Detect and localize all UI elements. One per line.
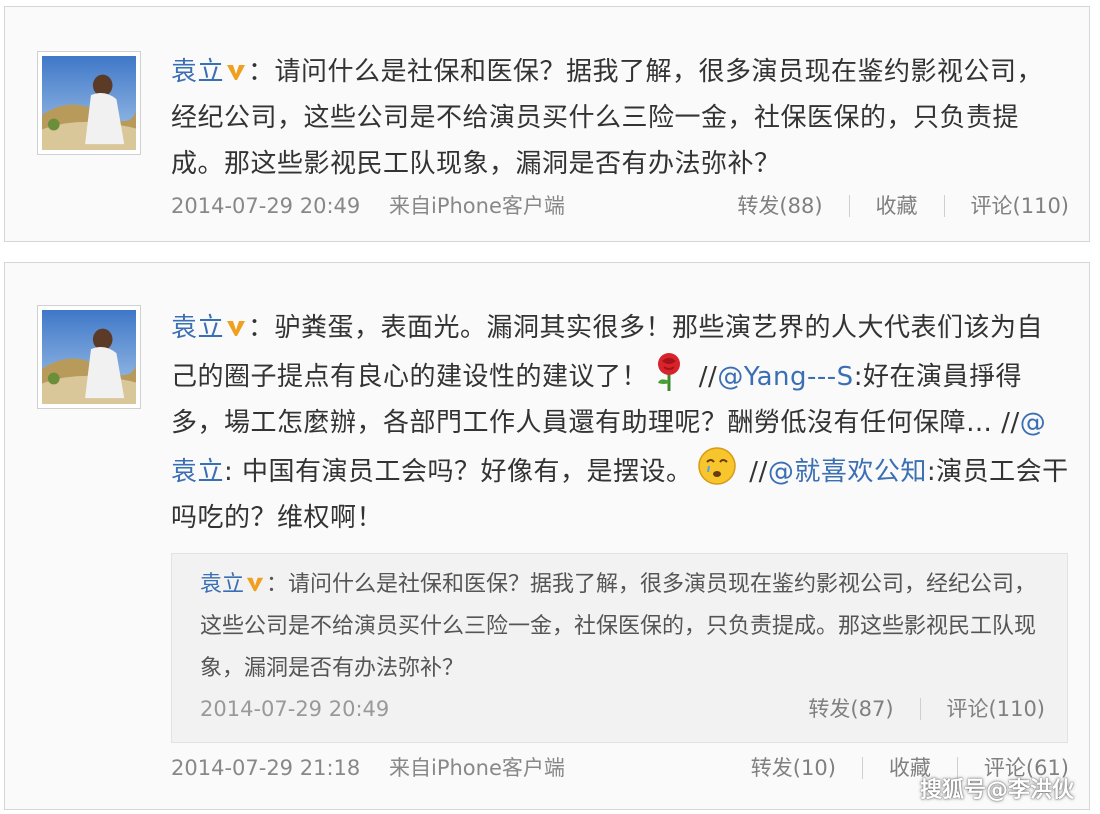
quoted-repost-button[interactable]: 转发(87) — [808, 694, 893, 724]
post-timestamp[interactable]: 2014-07-29 21:18 — [171, 753, 360, 783]
post-source[interactable]: 来自iPhone客户端 — [389, 191, 565, 221]
divider — [848, 195, 850, 217]
post-text: 请问什么是社保和医保？据我了解，很多演员现在鉴约影视公司，经纪公司，这些公司是不… — [171, 57, 1044, 179]
verified-v-icon — [227, 321, 246, 336]
repost-separator: // — [740, 457, 768, 487]
mention-link[interactable]: @就喜欢公知 — [768, 457, 927, 487]
watermark: 搜狐号@李洪伙 — [919, 778, 1074, 803]
post-content: 袁立 ：驴粪蛋，表面光。漏洞其实很多！那些演艺界的人大代表们该为自己的圈子提点有良… — [171, 305, 1069, 541]
author-name[interactable]: 袁立 — [171, 57, 224, 87]
post-timestamp[interactable]: 2014-07-29 20:49 — [171, 191, 360, 221]
avatar[interactable] — [37, 51, 141, 155]
quoted-post: 袁立 ：请问什么是社保和医保？据我了解，很多演员现在鉴约影视公司，经纪公司，这些公… — [171, 553, 1068, 743]
post-source[interactable]: 来自iPhone客户端 — [389, 753, 565, 783]
rose-emoji-icon — [658, 353, 681, 391]
divider — [919, 698, 921, 720]
avatar[interactable] — [37, 305, 141, 409]
verified-v-icon — [246, 577, 264, 592]
avatar-photo — [42, 56, 136, 150]
avatar-photo — [42, 310, 136, 404]
post-actions: 转发(88) 收藏 评论(110) — [737, 191, 1069, 221]
author-name[interactable]: 袁立 — [171, 313, 224, 343]
quoted-comment-button[interactable]: 评论(110) — [947, 694, 1045, 724]
quoted-meta: 2014-07-29 20:49 转发(87) 评论(110) — [200, 694, 1045, 724]
repost-button[interactable]: 转发(88) — [737, 191, 822, 221]
comment-button[interactable]: 评论(110) — [971, 191, 1069, 221]
weibo-post-2: 袁立 ：驴粪蛋，表面光。漏洞其实很多！那些演艺界的人大代表们该为自己的圈子提点有良… — [4, 262, 1090, 810]
post-colon: ： — [248, 313, 275, 343]
repost-text: : 中国有演员工会吗？好像有，是摆设。 — [224, 457, 693, 487]
quoted-actions: 转发(87) 评论(110) — [808, 694, 1045, 724]
post-colon: ： — [248, 57, 275, 87]
post-meta: 2014-07-29 20:49 来自iPhone客户端 转发(88) 收藏 评… — [171, 191, 1069, 221]
quoted-author-name[interactable]: 袁立 — [200, 572, 244, 597]
divider — [943, 195, 945, 217]
sad-face-emoji-icon — [697, 447, 736, 485]
weibo-post-1: 袁立 ：请问什么是社保和医保？据我了解，很多演员现在鉴约影视公司，经纪公司，这些公… — [4, 6, 1090, 242]
quoted-colon: ： — [266, 572, 289, 597]
repost-button[interactable]: 转发(10) — [751, 753, 836, 783]
verified-v-icon — [227, 65, 246, 80]
quoted-text: 请问什么是社保和医保？据我了解，很多演员现在鉴约影视公司，经纪公司，这些公司是不… — [200, 572, 1037, 681]
quoted-timestamp[interactable]: 2014-07-29 20:49 — [200, 694, 389, 724]
favorite-button[interactable]: 收藏 — [876, 191, 918, 221]
post-content: 袁立 ：请问什么是社保和医保？据我了解，很多演员现在鉴约影视公司，经纪公司，这些公… — [171, 49, 1069, 187]
mention-link[interactable]: @Yang---S — [717, 362, 853, 392]
divider — [861, 757, 863, 779]
repost-separator: // — [690, 362, 718, 392]
quoted-content: 袁立 ：请问什么是社保和医保？据我了解，很多演员现在鉴约影视公司，经纪公司，这些公… — [200, 564, 1045, 690]
